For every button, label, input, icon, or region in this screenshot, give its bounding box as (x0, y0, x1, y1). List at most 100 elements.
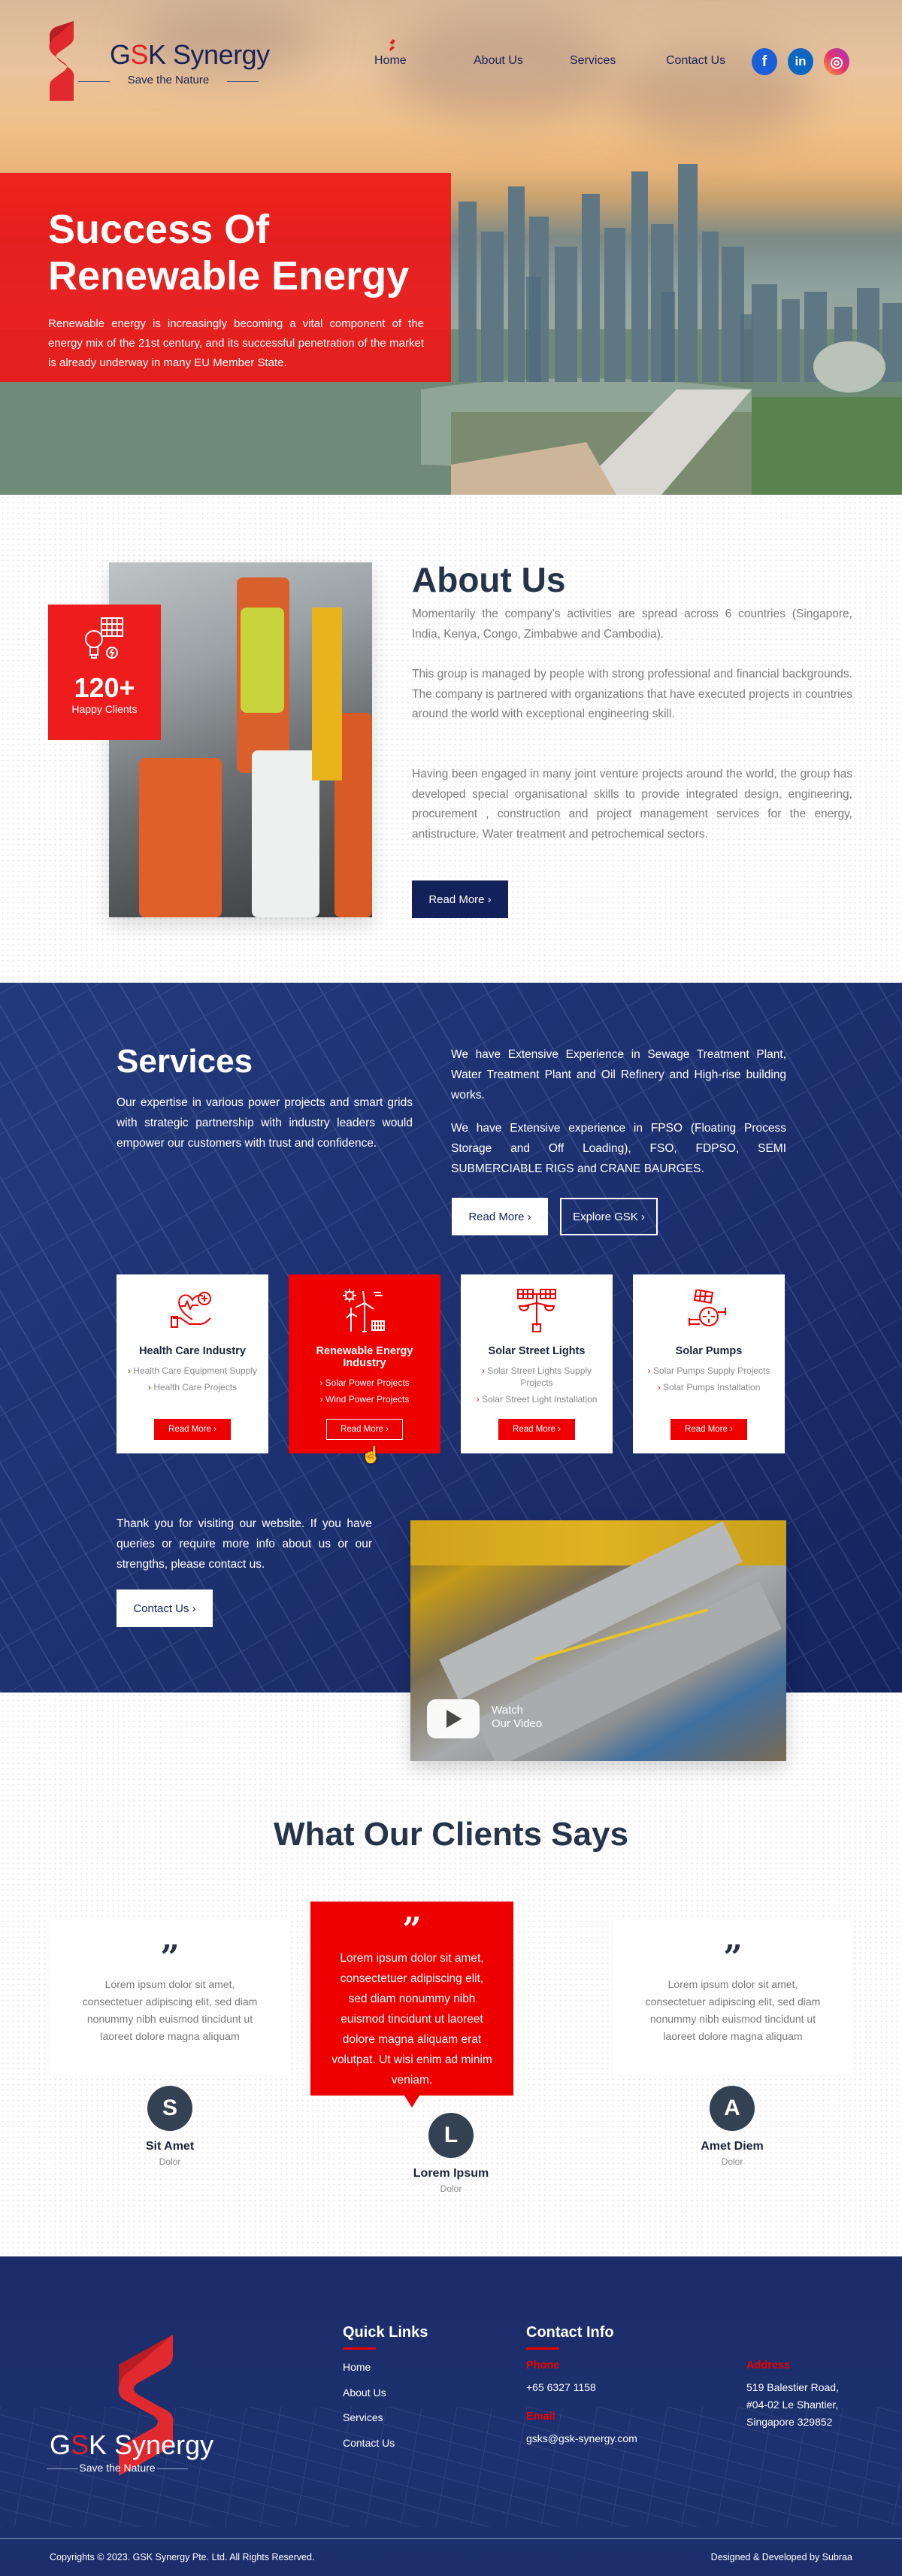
brand-name-accent: S (130, 39, 149, 70)
copyright-text: Copyrights © 2023. GSK Synergy Pte. Ltd.… (50, 2552, 315, 2562)
testimonial-text: Lorem ipsum dolor sit amet, consectetuer… (645, 1978, 821, 2042)
footer-link-services[interactable]: Services (343, 2411, 383, 2423)
brand-name-part: G (50, 2429, 71, 2460)
hero-banner: Success Of Renewable Energy Renewable en… (0, 173, 451, 382)
quote-icon: ” (723, 1938, 743, 1977)
client-role: Dolor (159, 2156, 181, 2167)
avatar-initial: S (162, 2096, 177, 2120)
footer-link-about-us[interactable]: About Us (343, 2387, 386, 2399)
nav-contact-us[interactable]: Contact Us (666, 54, 749, 68)
watch-label-line: Our Video (492, 1717, 543, 1730)
footer-tagline: Save the Nature (47, 2462, 188, 2474)
brand-logo[interactable]: GSK Synergy Save the Nature (48, 20, 289, 102)
service-card-read-more-button[interactable]: Read More › (154, 1419, 231, 1440)
service-card-item[interactable]: Wind Power Projects (289, 1393, 440, 1405)
wind-solar-energy-icon (289, 1285, 440, 1336)
contact-invite-text: Thank you for visiting our website. If y… (117, 1517, 372, 1571)
facebook-icon[interactable]: f (752, 48, 777, 75)
watch-video-label[interactable]: Watch Our Video (492, 1704, 542, 1731)
brand-name-part: K Synergy (148, 39, 270, 70)
main-nav: Home About Us Services Contact Us (374, 54, 749, 68)
service-card-read-more-button[interactable]: Read More › (326, 1419, 403, 1440)
instagram-icon[interactable]: ◎ (824, 48, 849, 75)
happy-clients-count: 120+ (74, 672, 135, 703)
testimonial-text: Lorem ipsum dolor sit amet, consectetuer… (82, 1978, 258, 2042)
email-value[interactable]: gsks@gsk-synergy.com (526, 2430, 637, 2447)
services-lead: Our expertise in various power projects … (117, 1096, 413, 1150)
brand-name-part: G (110, 39, 131, 70)
hero-title-line: Renewable Energy (48, 253, 410, 299)
photo-worker (252, 750, 319, 917)
avatar-initial: L (443, 2123, 459, 2147)
address-line: 519 Balestier Road, (746, 2381, 839, 2393)
hero-title-line: Success Of (48, 207, 270, 252)
address-label: Address (746, 2359, 791, 2371)
service-card[interactable]: Solar Pumps Solar Pumps Supply Projects … (633, 1274, 785, 1453)
avatar-initial: A (724, 2096, 740, 2120)
service-card-item[interactable]: Solar Power Projects (289, 1377, 440, 1389)
quote-icon: ” (402, 1911, 422, 1949)
services-read-more-button[interactable]: Read More › (452, 1198, 548, 1235)
about-title: About Us (412, 560, 566, 599)
watch-label-line: Watch (492, 1704, 523, 1717)
hero-description: Renewable energy is increasingly becomin… (48, 317, 424, 369)
services-paragraph: We have Extensive experience in FPSO (Fl… (451, 1122, 786, 1175)
service-card-item[interactable]: Health Care Equipment Supply (117, 1365, 268, 1377)
nav-about-us[interactable]: About Us (474, 54, 570, 68)
service-card-active[interactable]: Renewable Energy Industry Solar Power Pr… (289, 1274, 440, 1453)
brand-name-part: K Synergy (89, 2429, 214, 2460)
explore-gsk-button[interactable]: Explore GSK › (560, 1198, 658, 1235)
nav-services[interactable]: Services (570, 54, 666, 68)
service-card[interactable]: Solar Street Lights Solar Street Lights … (461, 1274, 613, 1453)
about-section: 120+ Happy Clients About Us Momentarily … (0, 495, 902, 983)
client-name: Amet Diem (701, 2140, 764, 2153)
hero-section: GSK Synergy Save the Nature Home About U… (0, 0, 902, 495)
heading-underline (526, 2347, 559, 2350)
heading-underline (343, 2347, 376, 2350)
site-footer: GSK Synergy Save the Nature Quick Links … (0, 2256, 902, 2576)
footer-link-home[interactable]: Home (343, 2361, 371, 2373)
video-thumbnail[interactable]: Watch Our Video (410, 1520, 786, 1761)
bulb-solar-panel-icon (85, 617, 123, 659)
service-card-read-more-button[interactable]: Read More › (498, 1419, 575, 1440)
service-card-item[interactable]: Solar Pumps Installation (633, 1381, 785, 1393)
service-card[interactable]: Health Care Industry Health Care Equipme… (117, 1274, 268, 1453)
play-icon[interactable] (427, 1699, 480, 1738)
gsk-s-logo-icon (49, 21, 74, 101)
service-card-read-more-button[interactable]: Read More › (670, 1419, 747, 1440)
nav-home[interactable]: Home (374, 54, 474, 68)
brand-name: GSK Synergy (110, 39, 270, 71)
developer-credit[interactable]: Designed & Developed by Subraa (711, 2552, 852, 2562)
services-paragraph: We have Extensive Experience in Sewage T… (451, 1048, 786, 1102)
service-card-item[interactable]: Solar Street Lights Supply Projects (461, 1365, 613, 1389)
email-label: Email (526, 2411, 555, 2423)
linkedin-icon[interactable]: in (788, 48, 813, 75)
address-line: Singapore 329852 (746, 2416, 833, 2428)
about-paragraph: This group is managed by people with str… (412, 668, 852, 720)
avatar: A (710, 2086, 755, 2131)
phone-label: Phone (526, 2359, 560, 2371)
hand-cursor-icon: ☝ (361, 1445, 382, 1464)
social-links: f in ◎ (752, 48, 849, 75)
testimonial-card-featured: ” Lorem ipsum dolor sit amet, consectetu… (310, 1902, 513, 2108)
client-name: Lorem Ipsum (413, 2167, 489, 2180)
footer-link-contact-us[interactable]: Contact Us (343, 2437, 395, 2449)
testimonial-card: ” Lorem ipsum dolor sit amet, consectetu… (50, 1920, 290, 2074)
service-card-item[interactable]: Health Care Projects (117, 1381, 268, 1393)
service-card-item[interactable]: Solar Pumps Supply Projects (633, 1365, 785, 1377)
service-card-title: Solar Pumps (675, 1345, 743, 1357)
happy-clients-badge: 120+ Happy Clients (48, 605, 161, 740)
contact-us-button[interactable]: Contact Us › (117, 1590, 213, 1627)
about-read-more-button[interactable]: Read More › (412, 880, 508, 918)
testimonial-card: ” Lorem ipsum dolor sit amet, consectetu… (613, 1920, 853, 2074)
phone-value[interactable]: +65 6327 1158 (526, 2379, 596, 2396)
brand-name-accent: S (71, 2429, 89, 2460)
service-card-title: Solar Street Lights (488, 1345, 586, 1357)
footer-divider (0, 2538, 902, 2539)
client-role: Dolor (721, 2156, 743, 2167)
service-card-item[interactable]: Solar Street Light Installation (461, 1393, 613, 1405)
solar-street-light-icon (461, 1285, 613, 1336)
quote-icon: ” (160, 1938, 180, 1977)
avatar: L (428, 2113, 474, 2158)
services-title: Services (117, 1043, 253, 1080)
